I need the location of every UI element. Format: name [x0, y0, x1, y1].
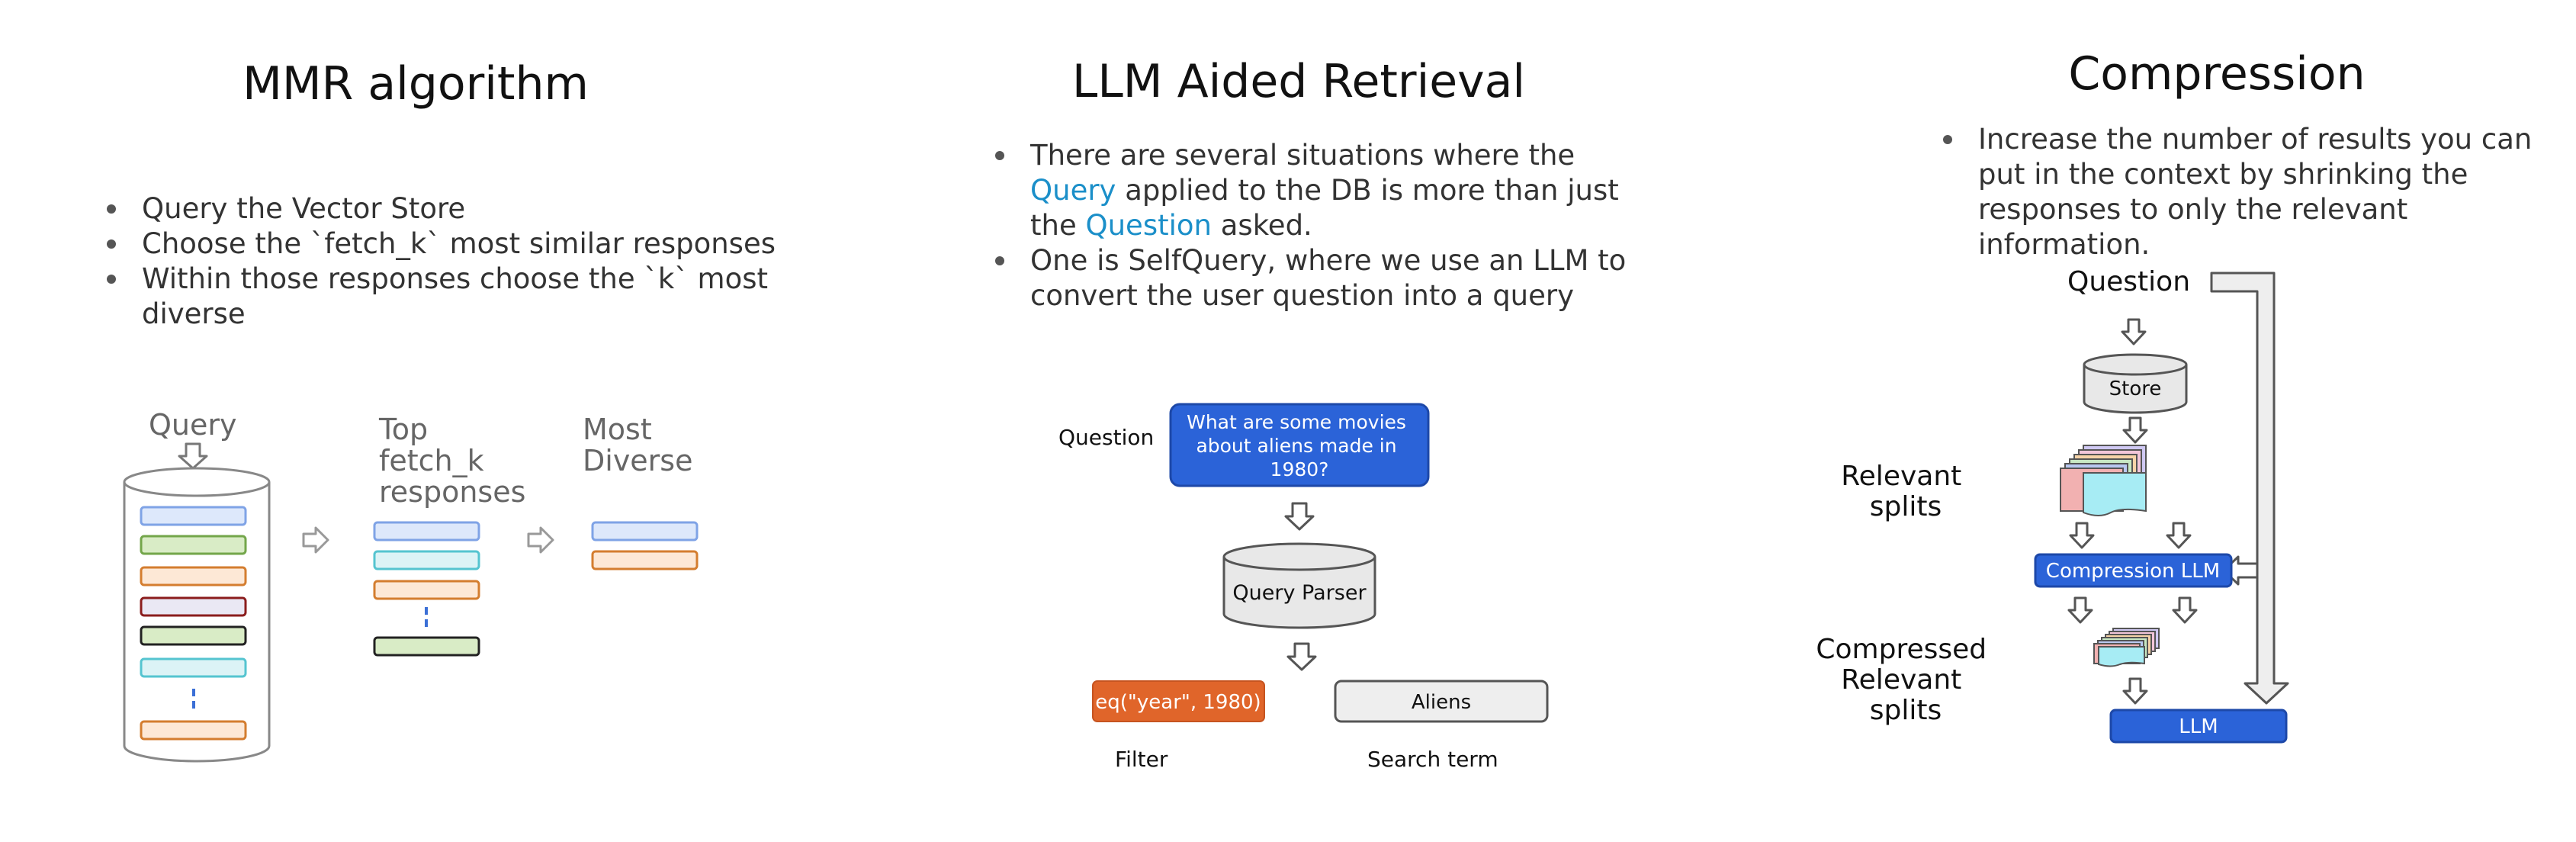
compressed-splits-stack	[2093, 628, 2160, 667]
down-arrow-icon	[2067, 596, 2093, 624]
compression-panel: Compression Increase the number of resul…	[1807, 0, 2576, 842]
store-label: Store	[2109, 378, 2162, 400]
down-arrow-icon	[2122, 416, 2148, 444]
llm-retrieval-panel: LLM Aided Retrieval There are several si…	[858, 0, 1807, 842]
bypass-arrow	[2210, 272, 2289, 705]
filter-label: Filter	[1115, 747, 1168, 772]
relevant-splits-label: Relevant splits	[1841, 461, 1970, 522]
down-arrow-icon	[1286, 642, 1317, 671]
doc-chunk	[373, 580, 480, 600]
down-arrow-icon	[2172, 596, 2198, 624]
question-label: Question	[1058, 425, 1154, 450]
search-term-text: Aliens	[1412, 691, 1471, 714]
doc-chunk	[140, 596, 247, 617]
down-arrow-icon	[1284, 502, 1315, 531]
doc-chunk	[140, 506, 247, 526]
doc-chunk	[140, 625, 247, 646]
down-arrow-icon	[2166, 522, 2192, 549]
right-arrow-icon	[527, 526, 554, 554]
down-arrow-icon	[2121, 318, 2147, 345]
filter-box-text: eq("year", 1980)	[1095, 691, 1261, 714]
down-arrow-icon	[2122, 677, 2148, 705]
down-arrow-icon	[2069, 522, 2095, 549]
doc-chunk	[373, 636, 480, 657]
mmr-diverse-label: Most Diverse	[583, 413, 693, 477]
selfquery-diagram: Question What are some movies about alie…	[1058, 403, 1549, 772]
doc-chunk	[373, 550, 480, 570]
compression-diagram: Question Store Relevant splits Compressi…	[1816, 266, 2289, 744]
search-term-label: Search term	[1367, 747, 1498, 772]
down-arrow-icon	[178, 442, 208, 470]
right-arrow-icon	[302, 526, 329, 554]
doc-chunk	[591, 550, 699, 570]
relevant-splits-stack	[2060, 445, 2147, 516]
doc-chunk	[140, 535, 247, 555]
mmr-panel: MMR algorithm Query the Vector Store Cho…	[0, 0, 858, 842]
doc-chunk	[140, 566, 247, 587]
doc-chunk	[591, 521, 699, 542]
compressed-splits-label: Compressed Relevant splits	[1816, 634, 1995, 726]
query-parser-label: Query Parser	[1232, 581, 1367, 605]
question-label: Question	[2067, 266, 2190, 297]
doc-chunk	[140, 657, 247, 678]
mmr-query-label: Query	[149, 408, 236, 442]
doc-chunk	[373, 521, 480, 542]
compression-llm-text: Compression LLM	[2046, 560, 2220, 583]
mmr-diagram: Query Top fetch_k responses Most Diverse	[123, 408, 699, 763]
mmr-top-label: Top fetch_k responses	[378, 413, 525, 509]
llm-text: LLM	[2179, 715, 2218, 738]
doc-chunk	[140, 720, 247, 741]
